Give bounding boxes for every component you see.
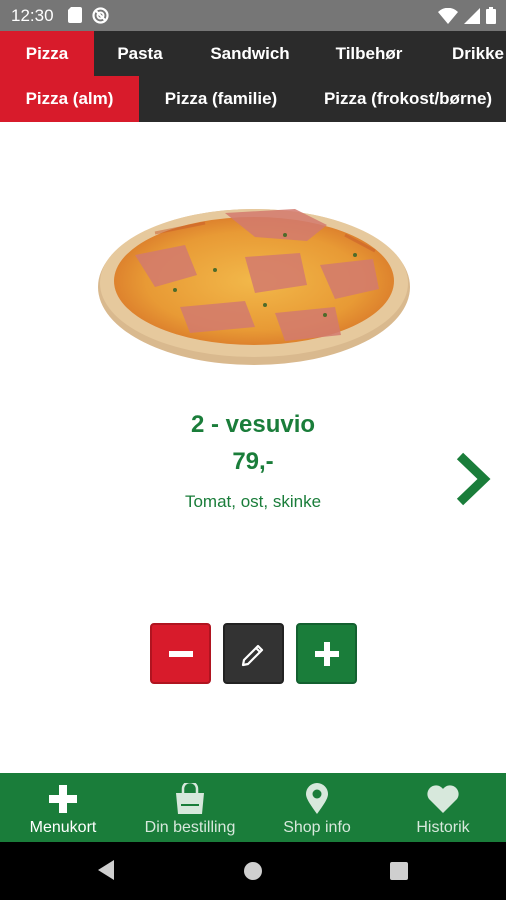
- tab-label: Drikke: [452, 43, 504, 63]
- nav-shop-info[interactable]: Shop info: [254, 773, 380, 842]
- status-time: 12:30: [11, 6, 54, 25]
- product-description: Tomat, ost, skinke: [184, 492, 322, 511]
- tab-pasta[interactable]: Pasta: [94, 31, 186, 76]
- chevron-right-icon: [456, 452, 491, 506]
- nav-label: Historik: [416, 819, 470, 836]
- subcategory-tab-bar: Pizza (alm) Pizza (familie) Pizza (froko…: [0, 76, 506, 122]
- nav-label: Din bestilling: [144, 819, 236, 836]
- product-image: [95, 195, 413, 370]
- tab-pizza-frokost-borne[interactable]: Pizza (frokost/børne): [310, 76, 506, 122]
- home-button[interactable]: [243, 861, 263, 886]
- tab-label: Pizza (alm): [25, 89, 114, 108]
- nav-din-bestilling[interactable]: Din bestilling: [126, 773, 254, 842]
- signal-icon: [464, 7, 480, 29]
- plus-icon: [314, 641, 339, 666]
- shopping-bag-icon: [176, 783, 204, 814]
- recents-button[interactable]: [390, 862, 408, 885]
- minus-icon: [168, 650, 193, 657]
- bottom-navigation: Menukort Din bestilling Shop info Histor…: [0, 773, 506, 842]
- back-triangle-icon: [98, 860, 114, 880]
- tab-label: Pasta: [117, 43, 163, 63]
- status-bar: 12:30: [0, 0, 506, 31]
- plus-icon: [49, 785, 77, 813]
- nav-label: Shop info: [283, 819, 351, 836]
- location-pin-icon: [306, 783, 328, 814]
- category-tab-bar: Pizza Pasta Sandwich Tilbehør Drikke: [0, 31, 506, 76]
- back-button[interactable]: [96, 859, 116, 886]
- tab-drikke[interactable]: Drikke: [446, 31, 506, 76]
- tab-sandwich[interactable]: Sandwich: [198, 31, 302, 76]
- tab-tilbehor[interactable]: Tilbehør: [322, 31, 416, 76]
- tab-label: Pizza (frokost/børne): [323, 89, 493, 108]
- tab-pizza-alm[interactable]: Pizza (alm): [0, 76, 139, 122]
- heart-icon: [427, 785, 459, 813]
- wifi-icon: [438, 7, 458, 29]
- product-price: 79,-: [232, 448, 274, 475]
- edit-item-button[interactable]: [223, 623, 284, 684]
- nav-menukort[interactable]: Menukort: [0, 773, 126, 842]
- nav-label: Menukort: [29, 819, 97, 836]
- add-to-order-button[interactable]: [296, 623, 357, 684]
- tab-label: Sandwich: [210, 43, 290, 63]
- tab-pizza-familie[interactable]: Pizza (familie): [139, 76, 303, 122]
- recents-square-icon: [390, 862, 408, 880]
- tab-label: Tilbehør: [335, 43, 403, 63]
- tab-label: Pizza (familie): [164, 89, 278, 108]
- system-navigation-bar: [0, 842, 506, 900]
- do-not-disturb-icon: [92, 7, 109, 29]
- next-product-button[interactable]: [452, 452, 492, 506]
- home-circle-icon: [244, 862, 262, 880]
- product-title: 2 - vesuvio: [190, 411, 316, 438]
- pencil-icon: [241, 644, 263, 666]
- battery-icon: [486, 7, 496, 29]
- tab-label: Pizza: [25, 43, 69, 63]
- sd-card-icon: [68, 7, 82, 29]
- tab-pizza[interactable]: Pizza: [0, 31, 94, 76]
- decrease-quantity-button[interactable]: [150, 623, 211, 684]
- nav-historik[interactable]: Historik: [380, 773, 506, 842]
